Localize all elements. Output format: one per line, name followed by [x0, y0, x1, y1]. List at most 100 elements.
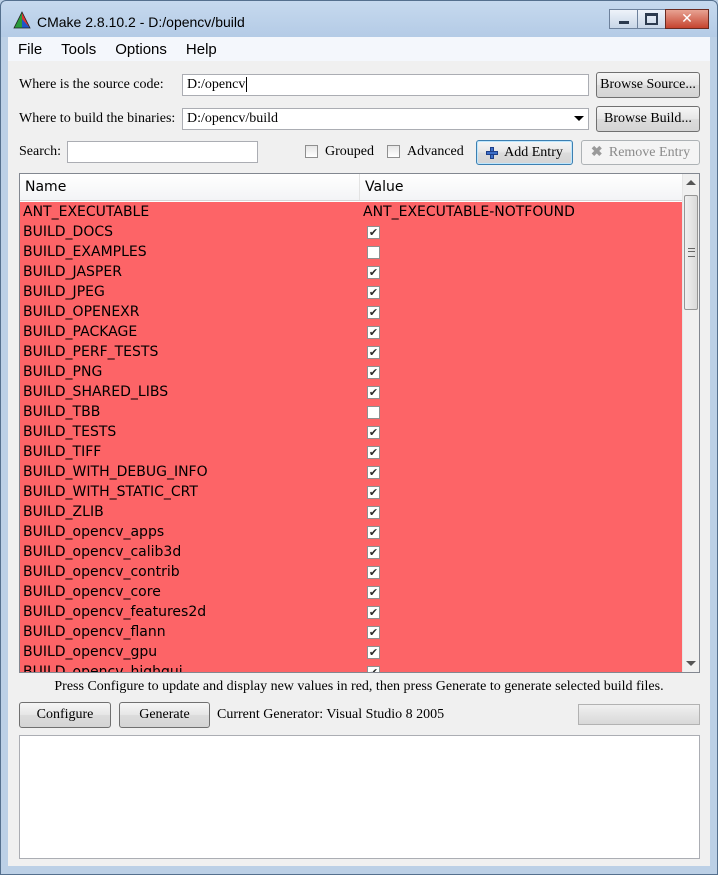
table-row[interactable]: BUILD_JASPER ✔ [20, 262, 682, 282]
remove-entry-button[interactable]: ✖ Remove Entry [581, 140, 700, 165]
row-name: BUILD_opencv_gpu [23, 644, 158, 660]
browse-build-button[interactable]: Browse Build... [596, 106, 700, 132]
advanced-checkbox[interactable] [387, 145, 400, 158]
minimize-button[interactable] [609, 9, 638, 29]
checkmark-icon: ✔ [368, 546, 379, 559]
checkmark-icon: ✔ [368, 606, 379, 619]
title-bar[interactable]: CMake 2.8.10.2 - D:/opencv/build ✕ [1, 1, 717, 37]
row-value-checkbox[interactable]: ✔ [367, 226, 380, 239]
row-value-checkbox[interactable]: ✔ [367, 446, 380, 459]
row-value-checkbox[interactable]: ✔ [367, 546, 380, 559]
checkmark-icon: ✔ [368, 346, 379, 359]
scroll-up-icon[interactable] [686, 180, 696, 185]
row-name: BUILD_opencv_flann [23, 624, 166, 640]
table-row[interactable]: BUILD_opencv_contrib ✔ [20, 562, 682, 582]
configure-button[interactable]: Configure [19, 702, 111, 728]
row-value-checkbox[interactable]: ✔ [367, 586, 380, 599]
table-row[interactable]: BUILD_opencv_core ✔ [20, 582, 682, 602]
table-row[interactable]: BUILD_opencv_calib3d ✔ [20, 542, 682, 562]
row-value-checkbox[interactable] [367, 406, 380, 419]
add-entry-button[interactable]: Add Entry [476, 140, 573, 165]
search-input[interactable] [67, 141, 258, 163]
row-value-checkbox[interactable]: ✔ [367, 606, 380, 619]
generate-button[interactable]: Generate [119, 702, 210, 728]
row-value-checkbox[interactable]: ✔ [367, 486, 380, 499]
row-value-checkbox[interactable]: ✔ [367, 566, 380, 579]
scroll-down-icon[interactable] [686, 661, 696, 666]
table-row[interactable]: BUILD_OPENEXR ✔ [20, 302, 682, 322]
scrollbar-thumb[interactable] [684, 195, 698, 310]
table-row[interactable]: BUILD_ZLIB ✔ [20, 502, 682, 522]
row-name: ANT_EXECUTABLE [23, 204, 150, 220]
table-row[interactable]: BUILD_JPEG ✔ [20, 282, 682, 302]
column-header-value[interactable]: Value [360, 174, 682, 200]
table-row[interactable]: BUILD_PNG ✔ [20, 362, 682, 382]
column-header-name[interactable]: Name [20, 174, 360, 200]
table-row[interactable]: BUILD_opencv_highgui ✔ [20, 662, 682, 672]
menu-bar: File Tools Options Help [8, 37, 710, 61]
table-row[interactable]: BUILD_WITH_DEBUG_INFO ✔ [20, 462, 682, 482]
row-value-checkbox[interactable]: ✔ [367, 306, 380, 319]
cache-table: Name Value ANT_EXECUTABLE ANT_EXECUTABLE-… [19, 173, 700, 673]
menu-options[interactable]: Options [105, 41, 176, 58]
checkmark-icon: ✔ [368, 626, 379, 639]
row-value-checkbox[interactable]: ✔ [367, 346, 380, 359]
row-name: BUILD_ZLIB [23, 504, 104, 520]
row-value-checkbox[interactable]: ✔ [367, 366, 380, 379]
table-scrollbar[interactable] [682, 174, 699, 672]
row-name: BUILD_opencv_apps [23, 524, 165, 540]
table-body: ANT_EXECUTABLE ANT_EXECUTABLE-NOTFOUND BUI… [20, 202, 682, 672]
cmake-window: CMake 2.8.10.2 - D:/opencv/build ✕ File … [0, 0, 718, 875]
row-name: BUILD_opencv_core [23, 584, 161, 600]
row-name: BUILD_PNG [23, 364, 103, 380]
checkmark-icon: ✔ [368, 286, 379, 299]
table-row[interactable]: BUILD_TIFF ✔ [20, 442, 682, 462]
table-row[interactable]: BUILD_opencv_gpu ✔ [20, 642, 682, 662]
close-button[interactable]: ✕ [665, 9, 709, 29]
menu-tools[interactable]: Tools [51, 41, 105, 58]
grouped-checkbox[interactable] [305, 145, 318, 158]
build-path-combobox[interactable]: D:/opencv/build [182, 108, 589, 130]
row-name: BUILD_SHARED_LIBS [23, 384, 169, 400]
output-log[interactable] [19, 735, 700, 859]
checkmark-icon: ✔ [368, 566, 379, 579]
table-row[interactable]: BUILD_WITH_STATIC_CRT ✔ [20, 482, 682, 502]
row-value-checkbox[interactable]: ✔ [367, 626, 380, 639]
grouped-label: Grouped [325, 144, 374, 159]
checkmark-icon: ✔ [368, 426, 379, 439]
maximize-button[interactable] [637, 9, 666, 29]
table-row[interactable]: BUILD_EXAMPLES [20, 242, 682, 262]
row-value-checkbox[interactable] [367, 246, 380, 259]
table-row[interactable]: BUILD_TBB [20, 402, 682, 422]
row-value-checkbox[interactable]: ✔ [367, 666, 380, 672]
row-value[interactable]: ANT_EXECUTABLE-NOTFOUND [363, 204, 575, 220]
browse-source-button[interactable]: Browse Source... [596, 72, 700, 98]
table-row[interactable]: BUILD_PERF_TESTS ✔ [20, 342, 682, 362]
table-row[interactable]: BUILD_opencv_apps ✔ [20, 522, 682, 542]
row-value-checkbox[interactable]: ✔ [367, 426, 380, 439]
checkmark-icon: ✔ [368, 526, 379, 539]
table-row[interactable]: ANT_EXECUTABLE ANT_EXECUTABLE-NOTFOUND [20, 202, 682, 222]
row-value-checkbox[interactable]: ✔ [367, 466, 380, 479]
row-value-checkbox[interactable]: ✔ [367, 646, 380, 659]
row-name: BUILD_TESTS [23, 424, 117, 440]
row-name: BUILD_opencv_contrib [23, 564, 180, 580]
table-row[interactable]: BUILD_opencv_flann ✔ [20, 622, 682, 642]
menu-file[interactable]: File [8, 41, 51, 58]
source-path-input[interactable]: D:/opencv [182, 74, 589, 96]
table-row[interactable]: BUILD_PACKAGE ✔ [20, 322, 682, 342]
table-row[interactable]: BUILD_DOCS ✔ [20, 222, 682, 242]
table-row[interactable]: BUILD_opencv_features2d ✔ [20, 602, 682, 622]
row-value-checkbox[interactable]: ✔ [367, 526, 380, 539]
x-icon: ✖ [590, 144, 603, 160]
row-name: BUILD_OPENEXR [23, 304, 140, 320]
row-value-checkbox[interactable]: ✔ [367, 326, 380, 339]
row-value-checkbox[interactable]: ✔ [367, 266, 380, 279]
table-row[interactable]: BUILD_SHARED_LIBS ✔ [20, 382, 682, 402]
row-value-checkbox[interactable]: ✔ [367, 286, 380, 299]
chevron-down-icon[interactable] [574, 116, 584, 121]
row-value-checkbox[interactable]: ✔ [367, 506, 380, 519]
row-value-checkbox[interactable]: ✔ [367, 386, 380, 399]
table-row[interactable]: BUILD_TESTS ✔ [20, 422, 682, 442]
menu-help[interactable]: Help [176, 41, 226, 58]
